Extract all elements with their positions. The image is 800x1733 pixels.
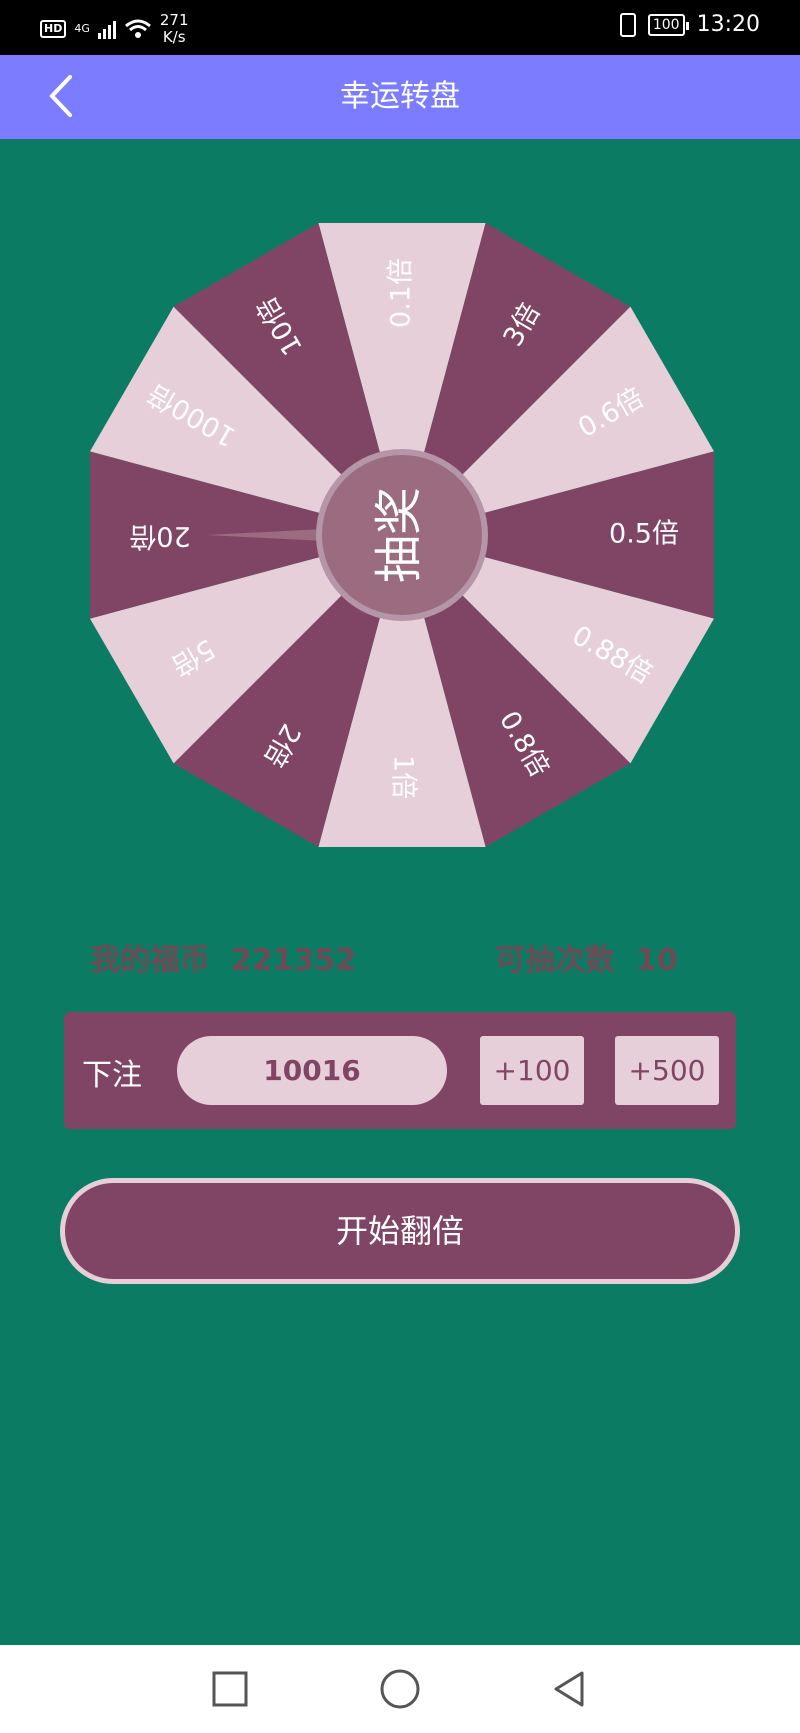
wheel-segment-label: 0.5倍 xyxy=(609,519,679,550)
draws-info: 可抽次数 10 xyxy=(495,935,678,979)
wheel-canvas: 0.1倍 3倍0.6倍0.5倍0.88倍0.8倍1倍2倍5倍20倍1000倍10倍… xyxy=(90,223,714,847)
circle-icon[interactable] xyxy=(378,1667,422,1711)
hd-badge: HD xyxy=(40,20,67,38)
start-double-button[interactable]: 开始翻倍 xyxy=(60,1178,740,1284)
draws-value: 10 xyxy=(635,943,678,978)
status-bar: HD 4G 271 K/s 100 13:20 xyxy=(0,0,800,55)
wheel-segment-label: 0.1倍 xyxy=(386,258,417,328)
coins-info: 我的福币 221352 xyxy=(90,935,356,979)
triangle-back-icon[interactable] xyxy=(548,1667,592,1711)
battery-icon: 100 xyxy=(647,13,689,36)
coins-label: 我的福币 xyxy=(90,943,210,978)
coins-value: 221352 xyxy=(230,943,357,978)
speed-unit: K/s xyxy=(162,28,186,46)
draws-label: 可抽次数 xyxy=(495,943,615,978)
network-speed: 271 K/s xyxy=(160,12,189,46)
prize-wheel: 0.1倍 3倍 0.6倍 0.5倍 0.88倍 0.8倍 1倍 2倍 5倍 20倍 1000倍 10倍… xyxy=(79,212,725,858)
wifi-icon xyxy=(124,19,151,38)
network-type: 4G xyxy=(74,22,90,35)
nav-bar xyxy=(0,1645,800,1733)
vibrate-icon xyxy=(619,12,636,37)
page-title: 幸运转盘 xyxy=(340,79,460,114)
bet-panel: 下注 10016 +100 +500 xyxy=(64,1012,736,1129)
wheel-segment-label: 20倍 xyxy=(129,521,190,552)
app-header: 幸运转盘 xyxy=(0,55,800,139)
bet-label: 下注 xyxy=(82,1058,142,1093)
wheel-segment-label: 1倍 xyxy=(388,755,419,799)
info-row: 我的福币 221352 可抽次数 10 xyxy=(90,935,690,978)
bet-amount-input[interactable]: 10016 xyxy=(177,1036,447,1105)
clock: 13:20 xyxy=(696,12,760,37)
square-icon[interactable] xyxy=(208,1667,252,1711)
spin-button-label[interactable]: 抽奖 xyxy=(371,487,427,583)
signal-icon xyxy=(97,19,116,39)
add-100-button[interactable]: +100 xyxy=(480,1036,584,1105)
speed-value: 271 xyxy=(159,11,189,29)
add-500-button[interactable]: +500 xyxy=(615,1036,719,1105)
